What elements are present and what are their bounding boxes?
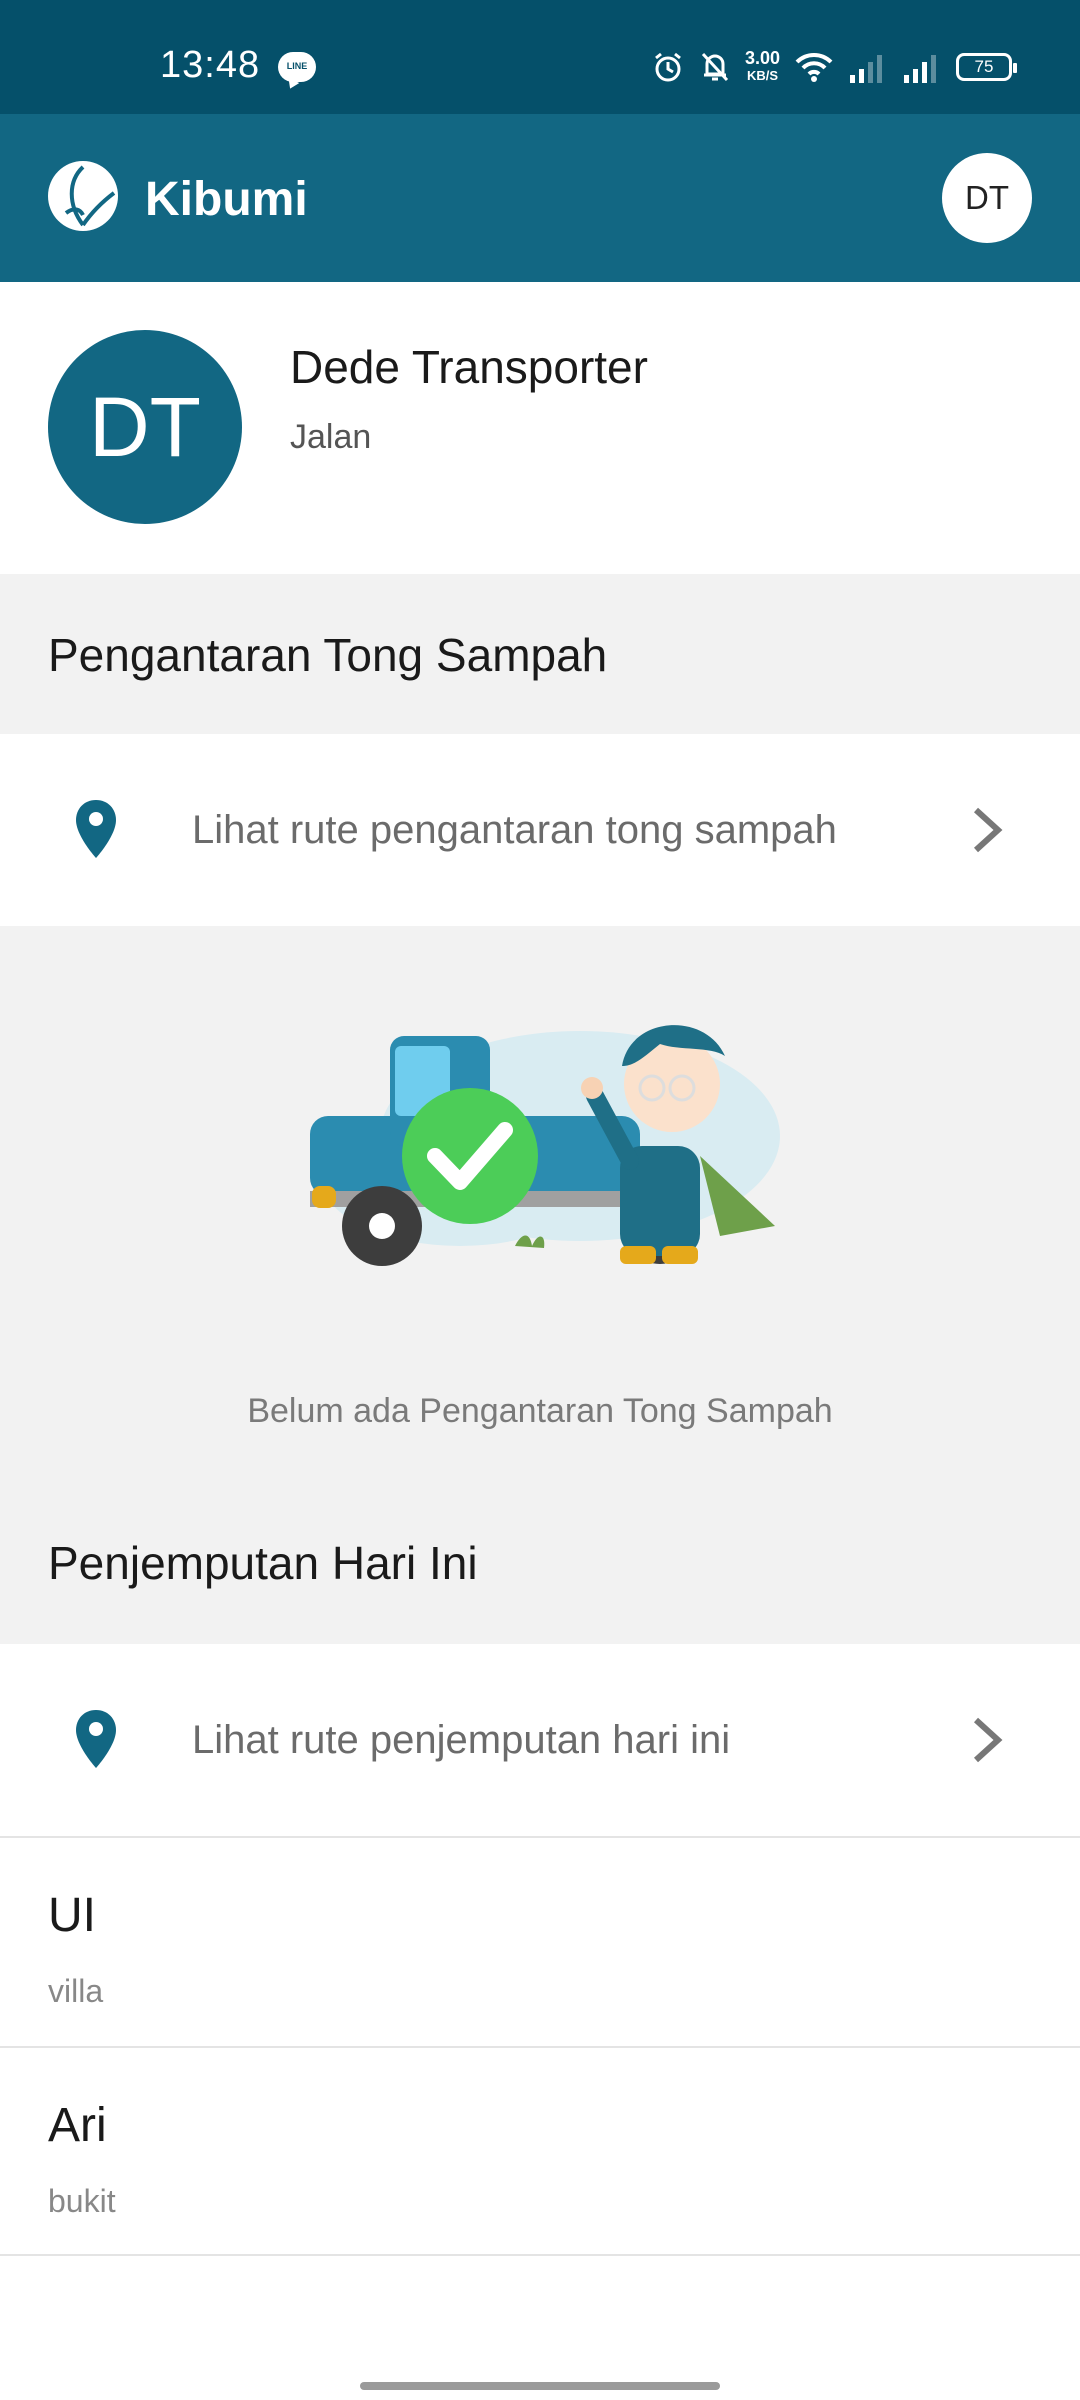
wifi-icon	[795, 52, 833, 82]
signal-strong-icon	[904, 55, 936, 83]
delivery-section-header: Pengantaran Tong Sampah	[0, 574, 1080, 734]
signal-weak-icon	[850, 55, 882, 83]
profile-avatar: DT	[48, 330, 242, 524]
profile-card: DT Dede Transporter Jalan	[0, 282, 1080, 574]
pickup-list-item[interactable]: UI villa	[0, 1836, 1080, 2046]
delivery-section-title: Pengantaran Tong Sampah	[48, 629, 608, 681]
delivery-route-label: Lihat rute pengantaran tong sampah	[192, 808, 837, 852]
pickup-section-title: Penjemputan Hari Ini	[48, 1537, 478, 1589]
speed-value: 3.00	[744, 48, 780, 68]
pickup-section-header: Penjemputan Hari Ini	[0, 1476, 1080, 1644]
alarm-icon	[655, 52, 681, 82]
chevron-right-icon	[973, 1717, 1003, 1763]
map-pin-icon	[76, 800, 116, 858]
profile-address: Jalan	[290, 418, 372, 456]
status-bar: 13:48 LINE 3.00 KB/S 75	[0, 0, 1080, 114]
home-indicator[interactable]	[360, 2382, 720, 2390]
delivery-empty-state: Belum ada Pengantaran Tong Sampah	[0, 926, 1080, 1476]
pickup-route-label: Lihat rute penjemputan hari ini	[192, 1718, 731, 1762]
mute-bell-icon	[701, 52, 729, 82]
kibumi-logo-icon	[48, 161, 118, 231]
account-avatar-button[interactable]: DT	[942, 153, 1032, 243]
truck-courier-illustration	[310, 1025, 780, 1266]
pickup-item-area: bukit	[48, 2183, 116, 2219]
app-title: Kibumi	[145, 173, 308, 226]
pickup-item-name: UI	[48, 1889, 96, 1942]
chevron-right-icon	[973, 807, 1003, 853]
pickup-item-area: villa	[48, 1973, 104, 2009]
pickup-route-button[interactable]: Lihat rute penjemputan hari ini	[0, 1644, 1080, 1836]
map-pin-icon	[76, 1710, 116, 1768]
delivery-route-button[interactable]: Lihat rute pengantaran tong sampah	[0, 734, 1080, 926]
status-icons: 3.00 KB/S 75	[651, 44, 1017, 90]
delivery-empty-text: Belum ada Pengantaran Tong Sampah	[247, 1392, 833, 1430]
pickup-list-item[interactable]: Ari bukit	[0, 2046, 1080, 2256]
battery-icon: 75	[956, 53, 1017, 81]
pickup-item-name: Ari	[48, 2099, 107, 2152]
status-time: 13:48	[160, 44, 261, 86]
app-bar: Kibumi DT	[0, 114, 1080, 282]
network-speed: 3.00 KB/S	[744, 48, 780, 84]
profile-name: Dede Transporter	[290, 341, 648, 393]
line-app-icon: LINE	[278, 52, 316, 82]
speed-unit: KB/S	[746, 68, 778, 83]
